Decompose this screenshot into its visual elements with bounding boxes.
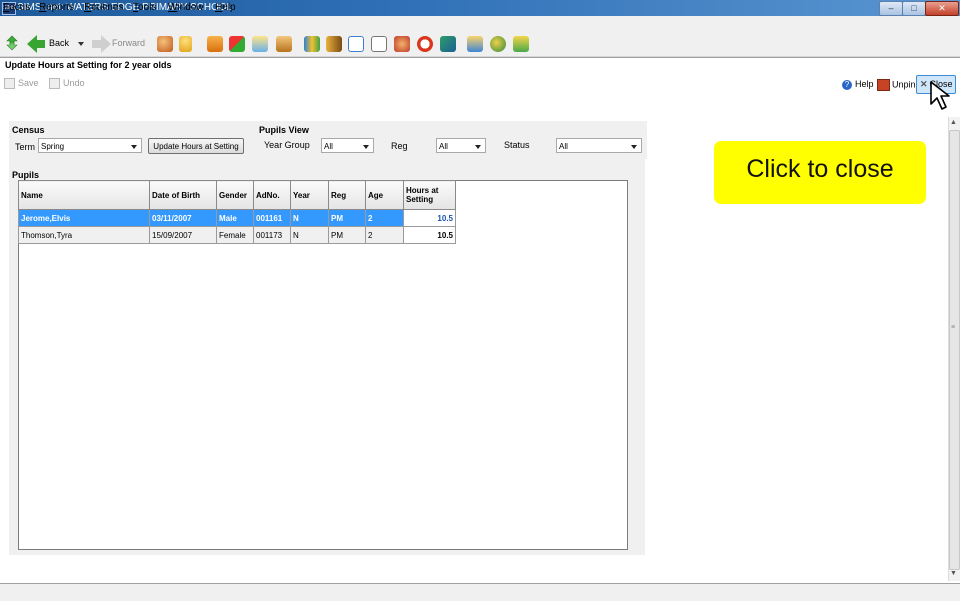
undo-icon <box>49 78 60 90</box>
help-button[interactable]: ? Help <box>842 79 874 90</box>
back-button[interactable]: Back <box>49 38 69 48</box>
cell-dob[interactable]: 15/09/2007 <box>149 226 217 244</box>
census-title: Census <box>12 125 45 135</box>
year-group-label: Year Group <box>264 140 310 150</box>
pupils-view-title: Pupils View <box>259 125 309 135</box>
reg-label: Reg <box>391 141 408 151</box>
col-header-year[interactable]: Year <box>290 180 329 210</box>
scrollbar-grip-icon: ≡ <box>951 324 956 331</box>
cell-age[interactable]: 2 <box>365 226 404 244</box>
menu-window[interactable]: Window <box>168 2 204 13</box>
update-hours-button[interactable]: Update Hours at Setting <box>148 138 244 154</box>
page-title: Update Hours at Setting for 2 year olds <box>5 60 172 70</box>
term-select[interactable]: Spring <box>38 138 142 153</box>
cell-adno[interactable]: 001173 <box>253 226 291 244</box>
chevron-down-icon <box>363 145 369 149</box>
document-icon[interactable] <box>348 36 364 52</box>
forward-arrow-tail <box>92 40 101 48</box>
menu-help[interactable]: Help <box>215 2 236 13</box>
undo-button: Undo <box>49 78 85 90</box>
chevron-down-icon <box>631 145 637 149</box>
status-label: Status <box>504 140 530 150</box>
cell-gender[interactable]: Female <box>216 226 254 244</box>
book-icon[interactable] <box>207 36 223 52</box>
status-bar <box>0 583 960 601</box>
cell-name[interactable]: Thomson,Tyra <box>18 226 150 244</box>
clock-icon[interactable] <box>417 36 433 52</box>
scroll-up-icon[interactable]: ▲ <box>950 119 957 126</box>
minimize-button[interactable]: – <box>879 1 903 16</box>
status-select[interactable]: All <box>556 138 642 153</box>
globe-icon[interactable] <box>490 36 506 52</box>
cell-year[interactable]: N <box>290 226 329 244</box>
forward-arrow-icon <box>101 35 111 53</box>
unpin-icon <box>877 79 890 91</box>
menu-bar <box>0 16 960 32</box>
table-header-row: Name Date of Birth Gender AdNo. Year Reg… <box>18 180 456 210</box>
cell-year[interactable]: N <box>290 209 329 227</box>
cell-name[interactable]: Jerome,Elvis <box>18 209 150 227</box>
scrollbar-thumb[interactable] <box>949 130 960 570</box>
col-header-dob[interactable]: Date of Birth <box>149 180 217 210</box>
col-header-hours[interactable]: Hours at Setting <box>403 180 456 210</box>
forward-button: Forward <box>112 38 146 48</box>
report-icon[interactable] <box>513 36 529 52</box>
notebook-icon[interactable] <box>326 36 342 52</box>
flag-icon[interactable] <box>229 36 245 52</box>
col-header-gender[interactable]: Gender <box>216 180 254 210</box>
pupils-table: Name Date of Birth Gender AdNo. Year Reg… <box>18 180 456 244</box>
unpin-button[interactable]: Unpin <box>877 79 916 91</box>
window-close-button[interactable]: ✕ <box>925 1 959 16</box>
chevron-down-icon <box>131 145 137 149</box>
chevron-down-icon <box>475 145 481 149</box>
maximize-button[interactable]: □ <box>902 1 926 16</box>
callout-text: Click to close <box>746 155 894 183</box>
col-header-reg[interactable]: Reg <box>328 180 366 210</box>
cell-reg[interactable]: PM <box>328 226 366 244</box>
table-row[interactable]: Thomson,Tyra 15/09/2007 Female 001173 N … <box>18 226 456 244</box>
cell-gender[interactable]: Male <box>216 209 254 227</box>
pupils-title: Pupils <box>12 170 40 180</box>
save-icon <box>4 78 15 90</box>
close-icon: ✕ <box>920 79 928 89</box>
term-label: Term <box>15 142 35 152</box>
menu-focus[interactable]: Focus <box>3 2 30 13</box>
col-header-adno[interactable]: AdNo. <box>253 180 291 210</box>
menu-routines[interactable]: Routines <box>84 2 123 13</box>
back-arrow-tail[interactable] <box>36 40 45 48</box>
help-icon: ? <box>842 79 852 90</box>
back-dropdown-icon[interactable] <box>78 42 84 46</box>
save-button: Save <box>4 78 39 90</box>
col-header-name[interactable]: Name <box>18 180 150 210</box>
cell-dob[interactable]: 03/11/2007 <box>149 209 217 227</box>
cube-icon[interactable] <box>440 36 456 52</box>
group-icon[interactable] <box>394 36 410 52</box>
cell-hours-input[interactable]: 10.5 <box>403 209 456 227</box>
books-icon[interactable] <box>304 36 320 52</box>
menu-reports[interactable]: Reports <box>39 2 74 13</box>
scroll-down-icon[interactable]: ▼ <box>950 570 957 577</box>
people-icon[interactable] <box>157 36 173 52</box>
edit-icon[interactable] <box>371 36 387 52</box>
cell-adno[interactable]: 001161 <box>253 209 291 227</box>
folder-icon[interactable] <box>252 36 268 52</box>
export-icon[interactable] <box>467 36 483 52</box>
table-row[interactable]: Jerome,Elvis 03/11/2007 Male 001161 N PM… <box>18 209 456 227</box>
year-group-select[interactable]: All <box>321 138 374 153</box>
cell-reg[interactable]: PM <box>328 209 366 227</box>
refresh-icon[interactable] <box>4 35 20 51</box>
col-header-age[interactable]: Age <box>365 180 404 210</box>
cell-age[interactable]: 2 <box>365 209 404 227</box>
person-icon[interactable] <box>179 36 192 52</box>
person-card-icon[interactable] <box>276 36 292 52</box>
cell-hours-input[interactable]: 10.5 <box>403 226 456 244</box>
reg-select[interactable]: All <box>436 138 486 153</box>
mouse-pointer-icon <box>930 81 950 110</box>
menu-tools[interactable]: Tools <box>133 2 156 13</box>
